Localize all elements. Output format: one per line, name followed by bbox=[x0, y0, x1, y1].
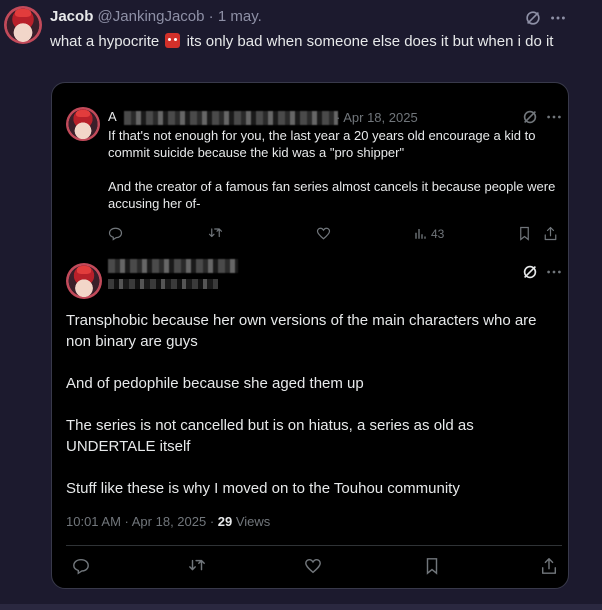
reply-author-name bbox=[108, 259, 238, 289]
reply-views-number: 29 bbox=[217, 514, 233, 529]
repost-icon bbox=[208, 226, 223, 241]
views-stat: 43 bbox=[413, 226, 444, 241]
reply-timestamp: 10:01 AM · Apr 18, 2025 · bbox=[66, 514, 218, 529]
scrollbar[interactable] bbox=[588, 0, 602, 610]
reply-text: Transphobic because her own versions of … bbox=[66, 310, 561, 520]
reply-actions bbox=[66, 557, 562, 579]
reply-paragraph: Stuff like these is why I moved on to th… bbox=[66, 480, 460, 497]
post-text: what a hypocrite its only bad when someo… bbox=[50, 31, 585, 52]
reply-timestamp-views: 10:01 AM · Apr 18, 2025 · 29 Views bbox=[66, 514, 270, 529]
quoted-views-count: 43 bbox=[431, 226, 445, 241]
redacted-handle-blur bbox=[108, 279, 218, 289]
ogre-emoji-icon bbox=[165, 33, 181, 48]
grok-icon[interactable] bbox=[523, 8, 543, 28]
author-name[interactable]: Jacob bbox=[50, 8, 93, 25]
post-text-part-2: its only bad when someone else does it b… bbox=[186, 33, 554, 50]
post-header: Jacob @JankingJacob · 1 may. bbox=[50, 8, 262, 25]
quoted-name-initial: A bbox=[108, 109, 116, 124]
quoted-author-name: A bbox=[108, 109, 338, 125]
bottom-edge-strip bbox=[0, 604, 602, 610]
repost-icon bbox=[188, 557, 206, 580]
like-icon bbox=[316, 226, 331, 241]
author-handle[interactable]: @JankingJacob bbox=[98, 8, 205, 25]
reply-more-icon bbox=[544, 262, 564, 282]
embedded-thread-screenshot[interactable]: A · Apr 18, 2025 If that's not enough fo… bbox=[51, 82, 569, 589]
reply-icon bbox=[108, 226, 123, 241]
reply-grok-icon bbox=[520, 262, 540, 282]
views-icon bbox=[415, 229, 426, 239]
reply-paragraph: And of pedophile because she aged them u… bbox=[66, 375, 364, 392]
cropped-top-strip bbox=[52, 83, 568, 89]
reply-paragraph: Transphobic because her own versions of … bbox=[66, 312, 537, 350]
author-avatar[interactable] bbox=[4, 6, 42, 44]
post-date[interactable]: 1 may. bbox=[218, 8, 262, 25]
quoted-paragraph: If that's not enough for you, the last y… bbox=[108, 128, 536, 160]
quoted-date: · Apr 18, 2025 bbox=[336, 110, 418, 125]
share-icon bbox=[543, 226, 558, 241]
redacted-name-blur bbox=[108, 259, 238, 273]
divider bbox=[66, 545, 562, 546]
quoted-author-avatar bbox=[66, 107, 100, 141]
like-icon bbox=[304, 557, 322, 580]
quoted-text: If that's not enough for you, the last y… bbox=[108, 127, 558, 229]
bookmark-icon bbox=[517, 226, 532, 241]
reply-views-label: Views bbox=[232, 514, 271, 529]
reply-author-avatar bbox=[66, 263, 102, 299]
quoted-grok-icon bbox=[520, 107, 540, 127]
bookmark-icon bbox=[423, 557, 441, 580]
separator-dot: · bbox=[208, 8, 214, 25]
redacted-name-blur bbox=[123, 110, 338, 125]
quoted-paragraph: And the creator of a famous fan series a… bbox=[108, 179, 556, 211]
quoted-actions: 43 bbox=[108, 226, 563, 244]
reply-icon bbox=[72, 557, 90, 580]
post-text-part-1: what a hypocrite bbox=[50, 33, 160, 50]
share-icon bbox=[540, 557, 558, 580]
more-options-icon[interactable] bbox=[548, 8, 568, 28]
reply-paragraph: The series is not cancelled but is on hi… bbox=[66, 417, 474, 455]
quoted-more-icon bbox=[544, 107, 564, 127]
